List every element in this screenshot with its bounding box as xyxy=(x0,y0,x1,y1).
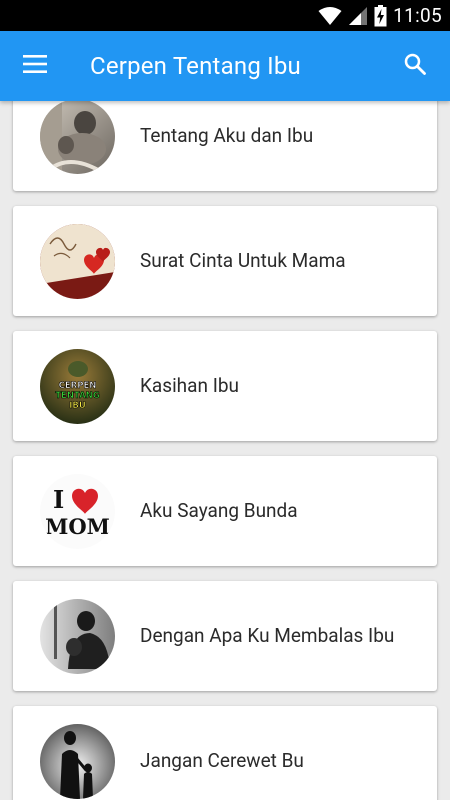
story-card[interactable]: I MOM Aku Sayang Bunda xyxy=(13,456,437,566)
menu-button[interactable] xyxy=(12,43,58,89)
story-title: Aku Sayang Bunda xyxy=(140,499,298,522)
thumb-text-i: I xyxy=(53,485,64,514)
story-title: Dengan Apa Ku Membalas Ibu xyxy=(140,624,395,647)
app-bar: Cerpen Tentang Ibu xyxy=(0,31,450,101)
cerpen-tentang-ibu-badge: CERPEN TENTANG IBU xyxy=(40,349,115,424)
love-letter-photo xyxy=(40,224,115,299)
thumb-text-mom: MOM xyxy=(45,514,110,539)
mother-child-photo xyxy=(40,101,115,174)
badge-text-cerpen: CERPEN xyxy=(59,381,97,391)
search-icon xyxy=(404,53,426,79)
story-title: Tentang Aku dan Ibu xyxy=(140,124,314,147)
status-bar: 11:05 xyxy=(0,0,450,31)
story-title: Jangan Cerewet Bu xyxy=(140,749,304,772)
badge-text-tentang: TENTANG xyxy=(55,391,100,401)
story-title: Kasihan Ibu xyxy=(140,374,239,397)
signal-icon xyxy=(348,6,368,26)
story-card[interactable]: Jangan Cerewet Bu xyxy=(13,706,437,800)
wifi-icon xyxy=(318,6,342,26)
i-love-mom-image: I MOM xyxy=(40,474,115,549)
battery-charging-icon xyxy=(374,4,387,27)
status-icons: 11:05 xyxy=(318,0,442,31)
mother-child-silhouette-photo xyxy=(40,724,115,799)
status-time: 11:05 xyxy=(393,4,442,27)
story-card[interactable]: Tentang Aku dan Ibu xyxy=(13,101,437,191)
story-list[interactable]: Tentang Aku dan Ibu Surat Cinta Untuk Ma… xyxy=(0,101,450,800)
badge-text-ibu: IBU xyxy=(69,401,86,411)
hugging-silhouette-photo xyxy=(40,599,115,674)
search-button[interactable] xyxy=(392,43,438,89)
menu-icon xyxy=(23,55,47,77)
story-card[interactable]: Surat Cinta Untuk Mama xyxy=(13,206,437,316)
page-title: Cerpen Tentang Ibu xyxy=(90,52,301,80)
story-card[interactable]: Dengan Apa Ku Membalas Ibu xyxy=(13,581,437,691)
story-title: Surat Cinta Untuk Mama xyxy=(140,249,346,272)
story-card[interactable]: CERPEN TENTANG IBU Kasihan Ibu xyxy=(13,331,437,441)
